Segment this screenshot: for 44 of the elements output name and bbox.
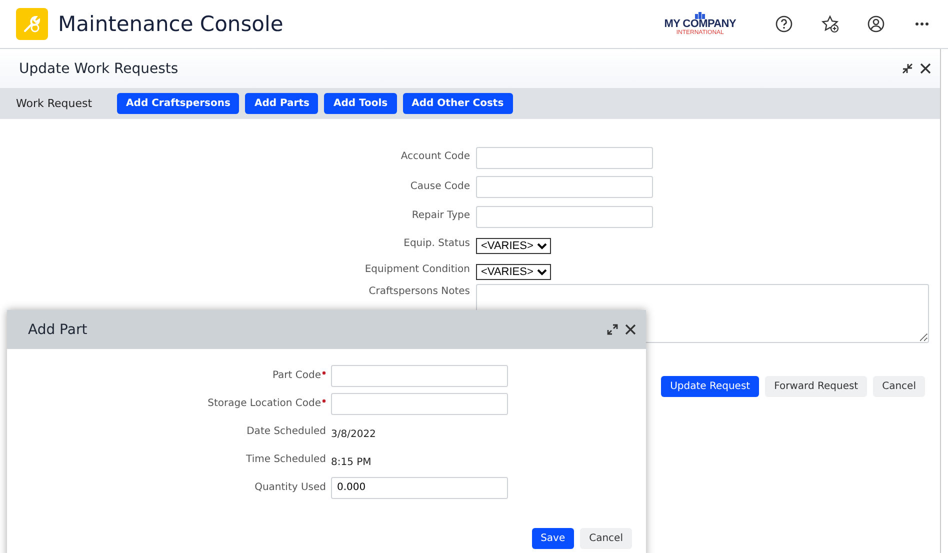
field-label: Quantity Used xyxy=(254,482,326,492)
close-icon[interactable] xyxy=(625,324,637,336)
toolbar-button[interactable]: Add Craftspersons xyxy=(117,93,240,114)
field-label: Date Scheduled xyxy=(246,426,326,436)
field-label: Time Scheduled xyxy=(245,454,326,464)
dialog-button[interactable]: Cancel xyxy=(580,528,632,549)
field-label: Repair Type xyxy=(410,210,470,222)
favorite-add-icon[interactable] xyxy=(820,14,840,34)
expand-icon[interactable] xyxy=(607,324,619,336)
field-label: Storage Location Code xyxy=(208,398,321,408)
field-value: 8:15 PM xyxy=(331,456,372,468)
company-name: MY COMPANY xyxy=(664,19,736,30)
field-value: 3/8/2022 xyxy=(331,428,376,440)
toolbar-button[interactable]: Add Parts xyxy=(245,93,318,114)
text-field[interactable] xyxy=(476,146,653,168)
field-label: Account Code xyxy=(400,151,470,162)
toolbar-button[interactable]: Add Other Costs xyxy=(402,93,513,114)
close-icon[interactable] xyxy=(920,62,932,74)
help-icon[interactable] xyxy=(774,14,794,34)
dialog-title: Add Part xyxy=(28,322,88,338)
user-icon[interactable] xyxy=(866,14,886,34)
app-logo xyxy=(16,8,48,40)
company-logo-icon xyxy=(695,12,706,19)
text-field[interactable] xyxy=(476,206,653,228)
collapse-icon[interactable] xyxy=(902,62,914,74)
field-label: Equipment Condition xyxy=(364,264,470,275)
dropdown[interactable]: <VARIES> xyxy=(476,238,551,254)
field-label: Craftspersons Notes xyxy=(368,286,470,296)
dropdown[interactable]: <VARIES> xyxy=(476,264,551,280)
field-label: Equip. Status xyxy=(402,238,470,249)
dialog-button[interactable]: Save xyxy=(532,528,574,549)
text-field[interactable] xyxy=(331,392,508,415)
action-button[interactable]: Forward Request xyxy=(765,376,868,396)
field-label: Cause Code xyxy=(409,180,470,192)
action-button[interactable]: Update Request xyxy=(661,376,760,396)
text-field[interactable] xyxy=(331,364,508,387)
field-label: Part Code xyxy=(272,370,321,380)
action-button[interactable]: Cancel xyxy=(873,376,925,396)
toolbar-label: Work Request xyxy=(16,97,92,110)
app-title: Maintenance Console xyxy=(58,12,284,36)
panel-title: Update Work Requests xyxy=(19,60,180,76)
text-field[interactable] xyxy=(476,176,653,198)
toolbar-button[interactable]: Add Tools xyxy=(324,93,397,114)
text-field[interactable]: 0.000 xyxy=(331,476,508,499)
